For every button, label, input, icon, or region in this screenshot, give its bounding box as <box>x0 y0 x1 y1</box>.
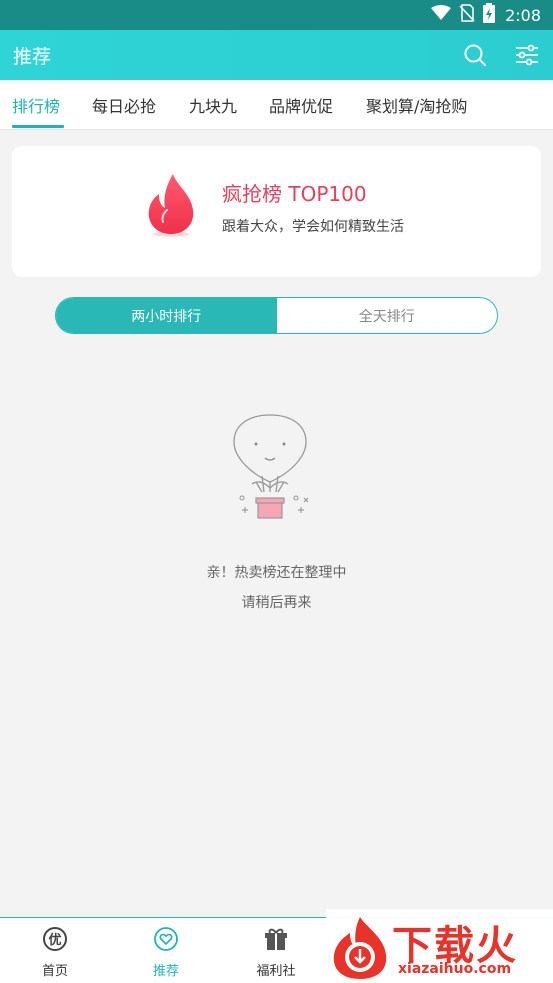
nav-home[interactable]: 优 首页 <box>25 926 85 979</box>
tab-ranking[interactable]: 排行榜 <box>12 93 60 117</box>
nav-welfare-label: 福利社 <box>256 964 296 979</box>
status-time: 2:08 <box>505 5 541 25</box>
wifi-icon <box>431 5 452 25</box>
hot-air-balloon-icon <box>228 410 324 526</box>
status-icons: 2:08 <box>431 3 541 27</box>
segment-all-day[interactable]: 全天排行 <box>277 298 498 333</box>
nav-recommend[interactable]: 推荐 <box>136 926 196 979</box>
app-bar: 推荐 <box>0 30 553 80</box>
watermark-url: xiazaihuo.com <box>398 961 512 977</box>
tab-daily-deals[interactable]: 每日必抢 <box>92 93 156 117</box>
banner-subtitle: 跟着大众，学会如何精致生活 <box>222 219 404 235</box>
gift-icon <box>263 926 289 956</box>
battery-charging-icon <box>483 3 496 27</box>
heart-circle-icon <box>153 926 179 956</box>
filter-sliders-icon[interactable] <box>513 41 541 69</box>
tab-juhuasuan[interactable]: 聚划算/淘抢购 <box>366 93 467 117</box>
ranking-period-toggle: 两小时排行 全天排行 <box>55 297 498 334</box>
segment-two-hour[interactable]: 两小时排行 <box>56 298 277 333</box>
category-tabs: 排行榜 每日必抢 九块九 品牌优促 聚划算/淘抢购 <box>0 80 553 130</box>
watermark-logo: 下载火 xiazaihuo.com <box>326 909 553 983</box>
empty-state-hint: 请稍后再来 <box>241 595 312 611</box>
nav-recommend-label: 推荐 <box>152 964 179 979</box>
nav-welfare[interactable]: 福利社 <box>246 926 306 979</box>
no-sim-icon <box>459 4 475 26</box>
active-tab-indicator <box>12 125 64 128</box>
search-icon[interactable] <box>461 41 489 69</box>
top100-banner[interactable] <box>12 146 541 277</box>
tab-brand-promo[interactable]: 品牌优促 <box>269 93 333 117</box>
banner-title: 疯抢榜 TOP100 <box>222 182 367 206</box>
nav-home-label: 首页 <box>41 964 68 979</box>
tab-nine-nine[interactable]: 九块九 <box>189 93 237 117</box>
svg-text:优: 优 <box>48 932 61 948</box>
status-bar: 2:08 <box>0 0 553 30</box>
watermark-flame-icon <box>333 917 387 979</box>
flame-icon <box>143 172 199 242</box>
you-badge-icon: 优 <box>42 926 68 956</box>
page-title: 推荐 <box>13 46 52 68</box>
empty-state-message: 亲！热卖榜还在整理中 <box>206 565 347 581</box>
